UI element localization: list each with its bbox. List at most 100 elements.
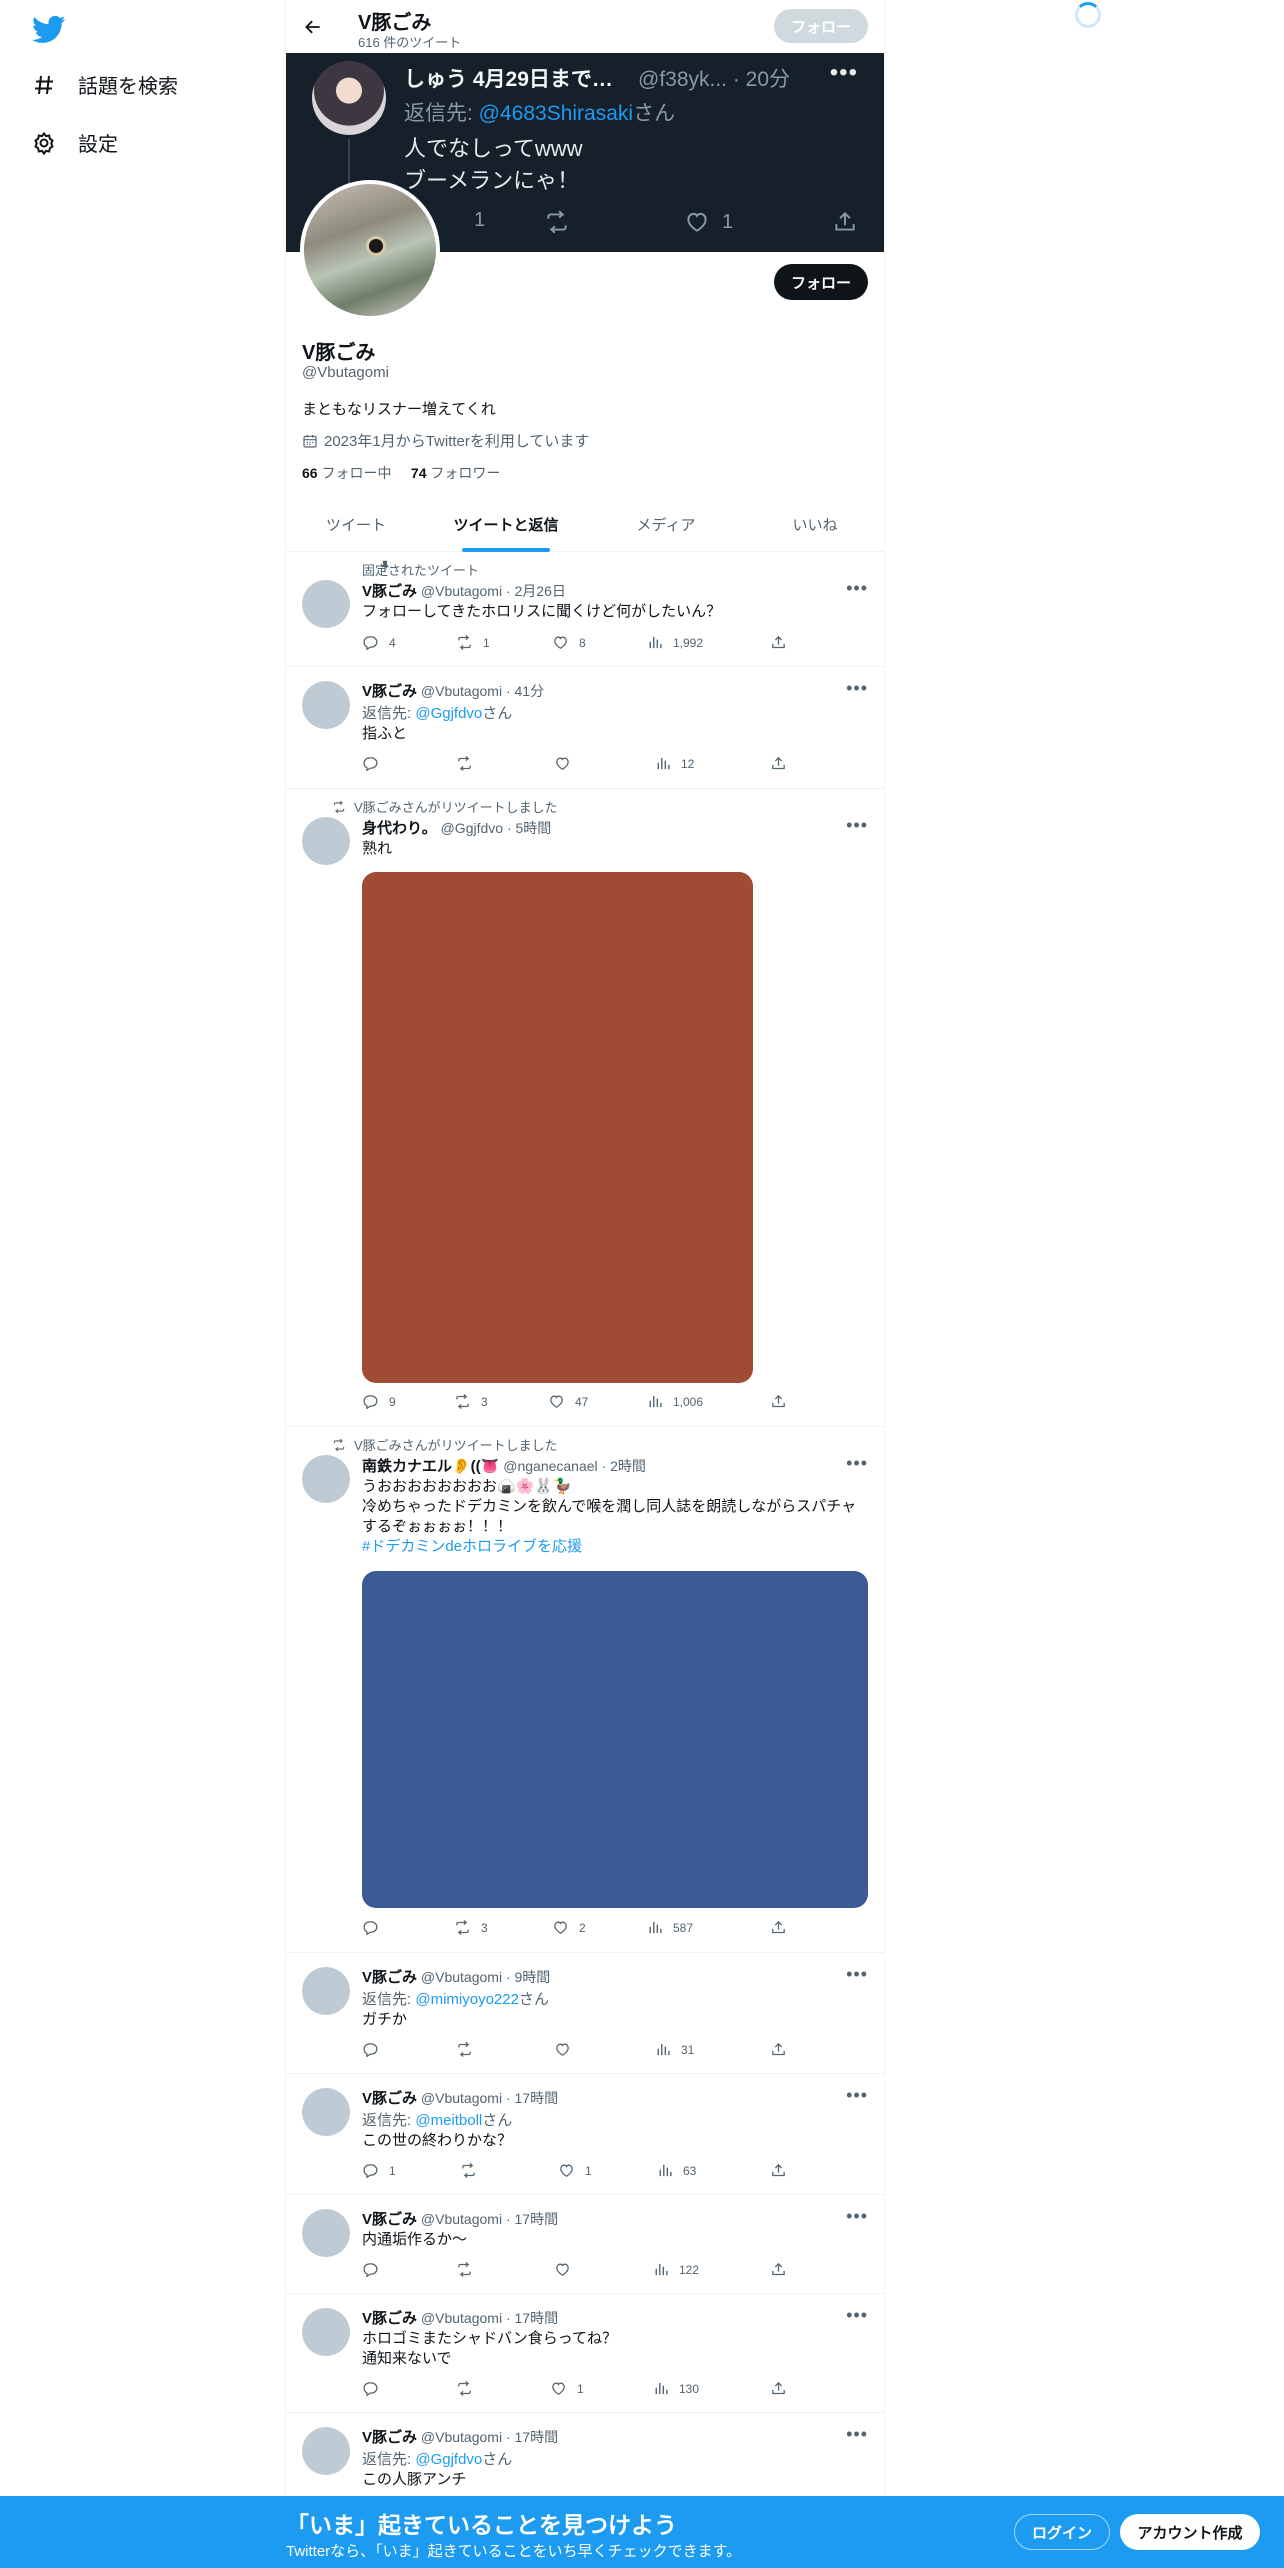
tab-tweets-and-replies[interactable]: ツイートと返信 — [426, 496, 586, 552]
retweet-button[interactable] — [456, 2261, 473, 2278]
tweet-media-image[interactable] — [362, 1571, 868, 1908]
avatar[interactable] — [302, 580, 350, 628]
retweet-button[interactable] — [456, 755, 473, 772]
nav-settings[interactable]: 設定 — [32, 128, 118, 157]
back-button[interactable] — [298, 12, 328, 42]
like-button[interactable]: 47 — [548, 1393, 588, 1410]
tab-likes[interactable]: いいね — [746, 496, 884, 552]
banner-tweet-text-line1: 人でなしってwww — [404, 136, 583, 161]
retweet-button[interactable] — [460, 2162, 477, 2179]
views-button[interactable]: 1,992 — [646, 634, 703, 651]
more-icon[interactable]: ••• — [846, 578, 868, 599]
reply-button[interactable] — [362, 2041, 379, 2058]
share-button[interactable] — [770, 2162, 787, 2179]
profile-joined: 2023年1月からTwitterを利用しています — [302, 430, 589, 451]
tweet-item[interactable]: V豚ごみさんがリツイートしました 身代わり。 @Ggjfdvo · 5時間 ••… — [286, 789, 884, 1427]
twitter-logo-icon[interactable] — [32, 12, 66, 46]
banner-retweet-button[interactable] — [544, 209, 570, 235]
reply-button[interactable]: 9 — [362, 1393, 396, 1410]
heart-icon — [552, 634, 569, 651]
more-icon[interactable]: ••• — [846, 2085, 868, 2106]
avatar-fish-eye — [366, 236, 386, 256]
tweet-item[interactable]: V豚ごみさんがリツイートしました 南鉄カナエル👂((👅 @nganecanael… — [286, 1427, 884, 1953]
avatar[interactable] — [302, 2427, 350, 2475]
share-button[interactable] — [770, 1919, 787, 1936]
share-button[interactable] — [770, 2261, 787, 2278]
retweet-icon — [456, 2041, 473, 2058]
tweet-item[interactable]: V豚ごみ @Vbutagomi · 17時間 ••• ホロゴミまたシャドバン食ら… — [286, 2294, 884, 2413]
reply-button[interactable] — [362, 1919, 379, 1936]
signup-button[interactable]: アカウント作成 — [1120, 2514, 1260, 2550]
more-icon[interactable]: ••• — [846, 678, 868, 699]
more-icon[interactable]: ••• — [846, 815, 868, 836]
tweet-item[interactable]: V豚ごみ @Vbutagomi · 17時間 ••• 返信先: @meitbol… — [286, 2074, 884, 2195]
reply-user-link[interactable]: @Ggjfdvo — [415, 2451, 482, 2468]
retweet-button[interactable] — [456, 2380, 473, 2397]
avatar[interactable] — [302, 681, 350, 729]
profile-follow-button[interactable]: フォロー — [774, 264, 868, 300]
avatar[interactable] — [302, 1455, 350, 1503]
tweet-media-image[interactable] — [362, 872, 753, 1383]
views-button[interactable]: 1,006 — [646, 1393, 703, 1410]
tweet-item[interactable]: V豚ごみ @Vbutagomi · 41分 ••• 返信先: @Ggjfdvoさ… — [286, 667, 884, 789]
reply-button[interactable] — [362, 2380, 379, 2397]
share-button[interactable] — [770, 1393, 787, 1410]
views-button[interactable]: 63 — [656, 2162, 696, 2179]
like-button[interactable] — [554, 755, 571, 772]
reply-button[interactable] — [362, 755, 379, 772]
more-icon[interactable]: ••• — [846, 2305, 868, 2326]
nav-explore[interactable]: 話題を検索 — [32, 70, 178, 99]
views-button[interactable]: 122 — [652, 2261, 699, 2278]
reply-button[interactable] — [362, 2261, 379, 2278]
share-button[interactable] — [770, 755, 787, 772]
share-button[interactable] — [770, 2041, 787, 2058]
avatar[interactable] — [302, 2308, 350, 2356]
reply-user-link[interactable]: @mimiyoyo222 — [415, 1991, 519, 2008]
banner-reply-user-link[interactable]: @4683Shirasaki — [479, 102, 633, 125]
banner-like-button[interactable]: 1 — [684, 209, 733, 235]
avatar[interactable] — [302, 2088, 350, 2136]
like-button[interactable]: 2 — [552, 1919, 586, 1936]
share-button[interactable] — [770, 2380, 787, 2397]
tab-tweets[interactable]: ツイート — [286, 496, 426, 552]
avatar[interactable] — [302, 817, 350, 865]
retweet-button[interactable]: 3 — [454, 1393, 488, 1410]
avatar[interactable] — [302, 2209, 350, 2257]
tab-media[interactable]: メディア — [586, 496, 746, 552]
followers-link[interactable]: 74 フォロワー — [411, 465, 500, 481]
reply-button[interactable]: 1 — [362, 2162, 396, 2179]
share-button[interactable] — [770, 634, 787, 651]
header-follow-button[interactable]: フォロー — [774, 9, 868, 43]
tweet-item[interactable]: V豚ごみ @Vbutagomi · 17時間 ••• 内通垢作るか〜 122 — [286, 2195, 884, 2294]
retweet-button[interactable]: 1 — [456, 634, 490, 651]
retweet-button[interactable]: 3 — [454, 1919, 488, 1936]
like-button[interactable] — [554, 2261, 571, 2278]
tweet-item[interactable]: V豚ごみ @Vbutagomi · 9時間 ••• 返信先: @mimiyoyo… — [286, 1953, 884, 2074]
login-button[interactable]: ログイン — [1014, 2514, 1110, 2550]
views-button[interactable]: 587 — [646, 1919, 693, 1936]
like-button[interactable] — [554, 2041, 571, 2058]
like-button[interactable]: 1 — [558, 2162, 592, 2179]
views-button[interactable]: 12 — [654, 755, 694, 772]
retweet-button[interactable] — [456, 2041, 473, 2058]
more-icon[interactable]: ••• — [846, 2206, 868, 2227]
tweet-item[interactable]: V豚ごみ @Vbutagomi · 17時間 ••• 返信先: @Ggjfdvo… — [286, 2413, 884, 2496]
tweet-text: この人豚アンチ — [362, 2471, 467, 2488]
avatar[interactable] — [302, 1967, 350, 2015]
more-icon[interactable]: ••• — [846, 2424, 868, 2445]
hashtag-link[interactable]: #ドデカミンdeホロライブを応援 — [362, 1537, 868, 1557]
like-button[interactable]: 8 — [552, 634, 586, 651]
views-button[interactable]: 31 — [654, 2041, 694, 2058]
views-button[interactable]: 130 — [652, 2380, 699, 2397]
reply-user-link[interactable]: @meitboll — [415, 2112, 482, 2129]
banner-share-button[interactable] — [832, 209, 858, 235]
tweet-item[interactable]: 固定されたツイート V豚ごみ @Vbutagomi · 2月26日 ••• フォ… — [286, 552, 884, 667]
like-button[interactable]: 1 — [550, 2380, 584, 2397]
following-link[interactable]: 66 フォロー中 — [302, 465, 391, 481]
reply-user-link[interactable]: @Ggjfdvo — [415, 705, 482, 722]
profile-avatar[interactable] — [300, 180, 440, 320]
more-icon[interactable]: ••• — [846, 1964, 868, 1985]
more-icon[interactable]: ••• — [846, 1453, 868, 1474]
reply-button[interactable]: 4 — [362, 634, 396, 651]
tweet-header: V豚ごみ @Vbutagomi · 17時間 — [362, 2429, 559, 2446]
